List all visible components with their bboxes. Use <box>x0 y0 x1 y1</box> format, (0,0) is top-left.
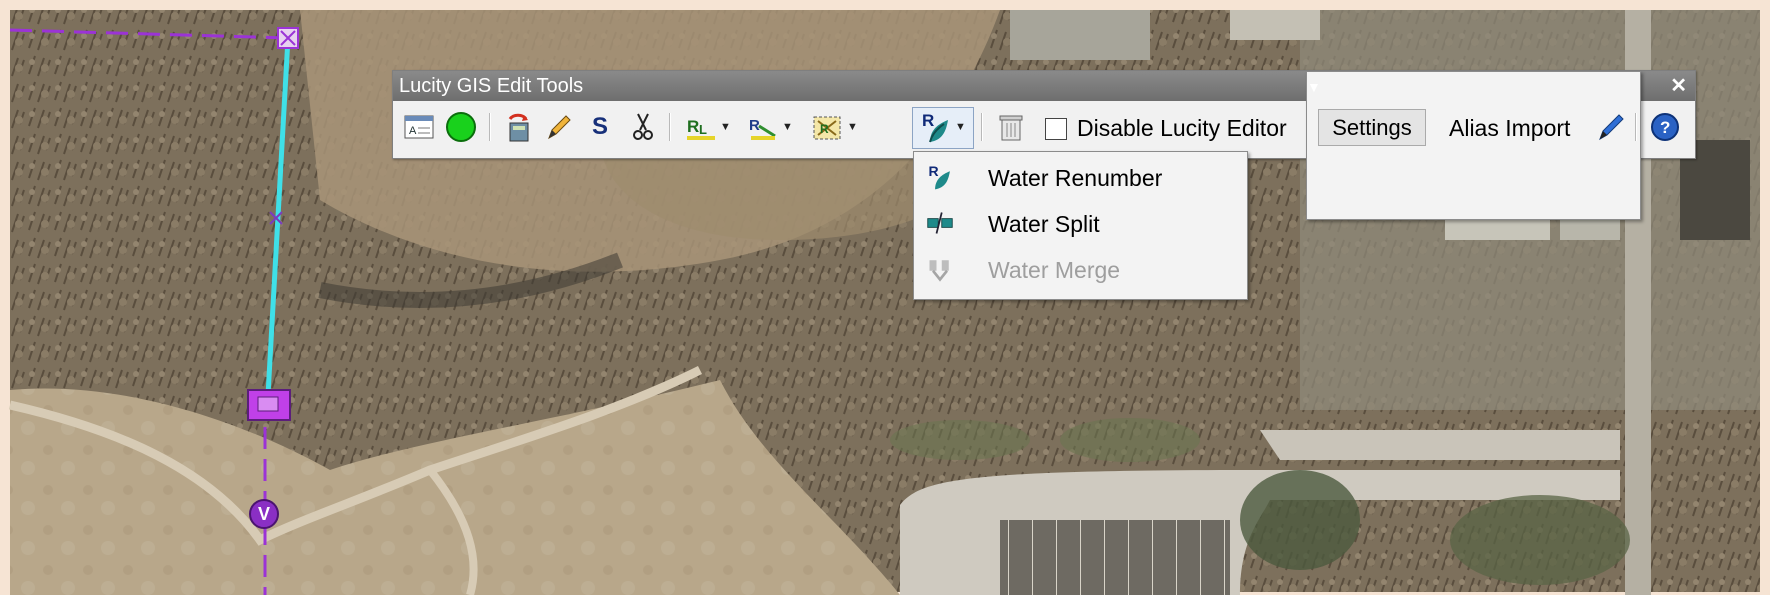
sync-icon <box>508 113 529 142</box>
svg-text:R: R <box>687 117 699 136</box>
label-tool-icon: R <box>749 117 776 140</box>
menu-item-water-merge: Water Merge <box>914 247 1245 291</box>
close-icon[interactable]: ✕ <box>1670 71 1687 101</box>
water-tool-button[interactable]: R ▼ <box>914 109 972 145</box>
green-circle-button[interactable] <box>443 109 479 145</box>
water-tool-icon: R <box>922 111 949 143</box>
endpoint-marker[interactable] <box>277 27 299 49</box>
dropdown-arrow-icon[interactable]: ▼ <box>955 121 966 133</box>
alias-import-button[interactable] <box>1593 109 1629 145</box>
svg-text:L: L <box>699 122 707 137</box>
svg-text:R: R <box>749 117 760 134</box>
cut-button[interactable] <box>625 109 661 145</box>
toolbar-title: Lucity GIS Edit Tools <box>399 75 584 97</box>
label-tool-button[interactable]: R ▼ <box>743 109 797 145</box>
lucity-edit-toolbar: Lucity GIS Edit Tools ▼ ✕ A S RL ▼ R ▼ R… <box>392 70 1696 220</box>
menu-item-label: Water Merge <box>988 257 1121 283</box>
help-icon: ? <box>1651 113 1679 141</box>
pencil-icon <box>548 115 571 140</box>
dropdown-arrow-icon[interactable]: ▼ <box>782 121 793 133</box>
disable-lucity-editor-label: Disable Lucity Editor <box>1077 115 1287 141</box>
svg-text:?: ? <box>1660 118 1670 137</box>
blue-pencil-icon <box>1599 114 1624 141</box>
selection-tool-icon: R <box>813 116 841 140</box>
svg-text:R: R <box>928 163 938 179</box>
s-tool-button[interactable]: S <box>585 109 615 145</box>
water-tools-dropdown-menu: R Water Renumber Water Split Water Merge <box>913 151 1248 300</box>
menu-item-water-split[interactable]: Water Split <box>914 201 1245 245</box>
dropdown-arrow-icon[interactable]: ▼ <box>720 121 731 133</box>
renumber-tool-button[interactable]: RL ▼ <box>681 109 735 145</box>
toolbar-separator <box>669 113 671 141</box>
settings-button[interactable]: Settings <box>1318 109 1426 146</box>
dropdown-arrow-icon[interactable]: ▼ <box>847 121 858 133</box>
toolbar-separator <box>981 113 983 141</box>
svg-text:R: R <box>922 111 934 130</box>
water-renumber-icon: R <box>928 163 950 190</box>
selection-tool-button[interactable]: R ▼ <box>805 109 863 145</box>
toolbar-separator <box>1635 113 1637 141</box>
svg-text:A: A <box>409 125 417 137</box>
water-merge-icon <box>929 260 949 282</box>
delete-button[interactable] <box>993 109 1029 145</box>
trash-icon <box>999 115 1023 141</box>
menu-item-water-renumber[interactable]: R Water Renumber <box>914 155 1245 199</box>
menu-item-label: Water Renumber <box>988 165 1163 191</box>
svg-text:R: R <box>820 122 829 136</box>
toolbar-separator <box>489 113 491 141</box>
menu-item-label: Water Split <box>988 211 1100 237</box>
disable-lucity-editor-checkbox[interactable] <box>1045 118 1067 140</box>
toolbar-buttons: A S RL ▼ R ▼ R ▼ R ▼ Disable Lucity Edit… <box>393 101 1695 156</box>
toolbar-titlebar[interactable]: Lucity GIS Edit Tools ▼ ✕ <box>393 71 1695 220</box>
hydrant-feature-box[interactable] <box>247 389 291 421</box>
water-split-icon <box>927 212 953 234</box>
sync-button[interactable] <box>501 109 537 145</box>
edit-pencil-button[interactable] <box>541 109 577 145</box>
renumber-tool-icon: RL <box>687 117 716 140</box>
help-button[interactable]: ? <box>1647 109 1683 145</box>
green-circle-icon <box>446 112 476 142</box>
edit-attributes-icon: A <box>404 115 434 139</box>
scissors-icon <box>633 113 653 140</box>
valve-marker[interactable]: V <box>249 499 279 529</box>
edit-attributes-button[interactable]: A <box>401 109 437 145</box>
alias-import-label[interactable]: Alias Import <box>1449 115 1570 142</box>
